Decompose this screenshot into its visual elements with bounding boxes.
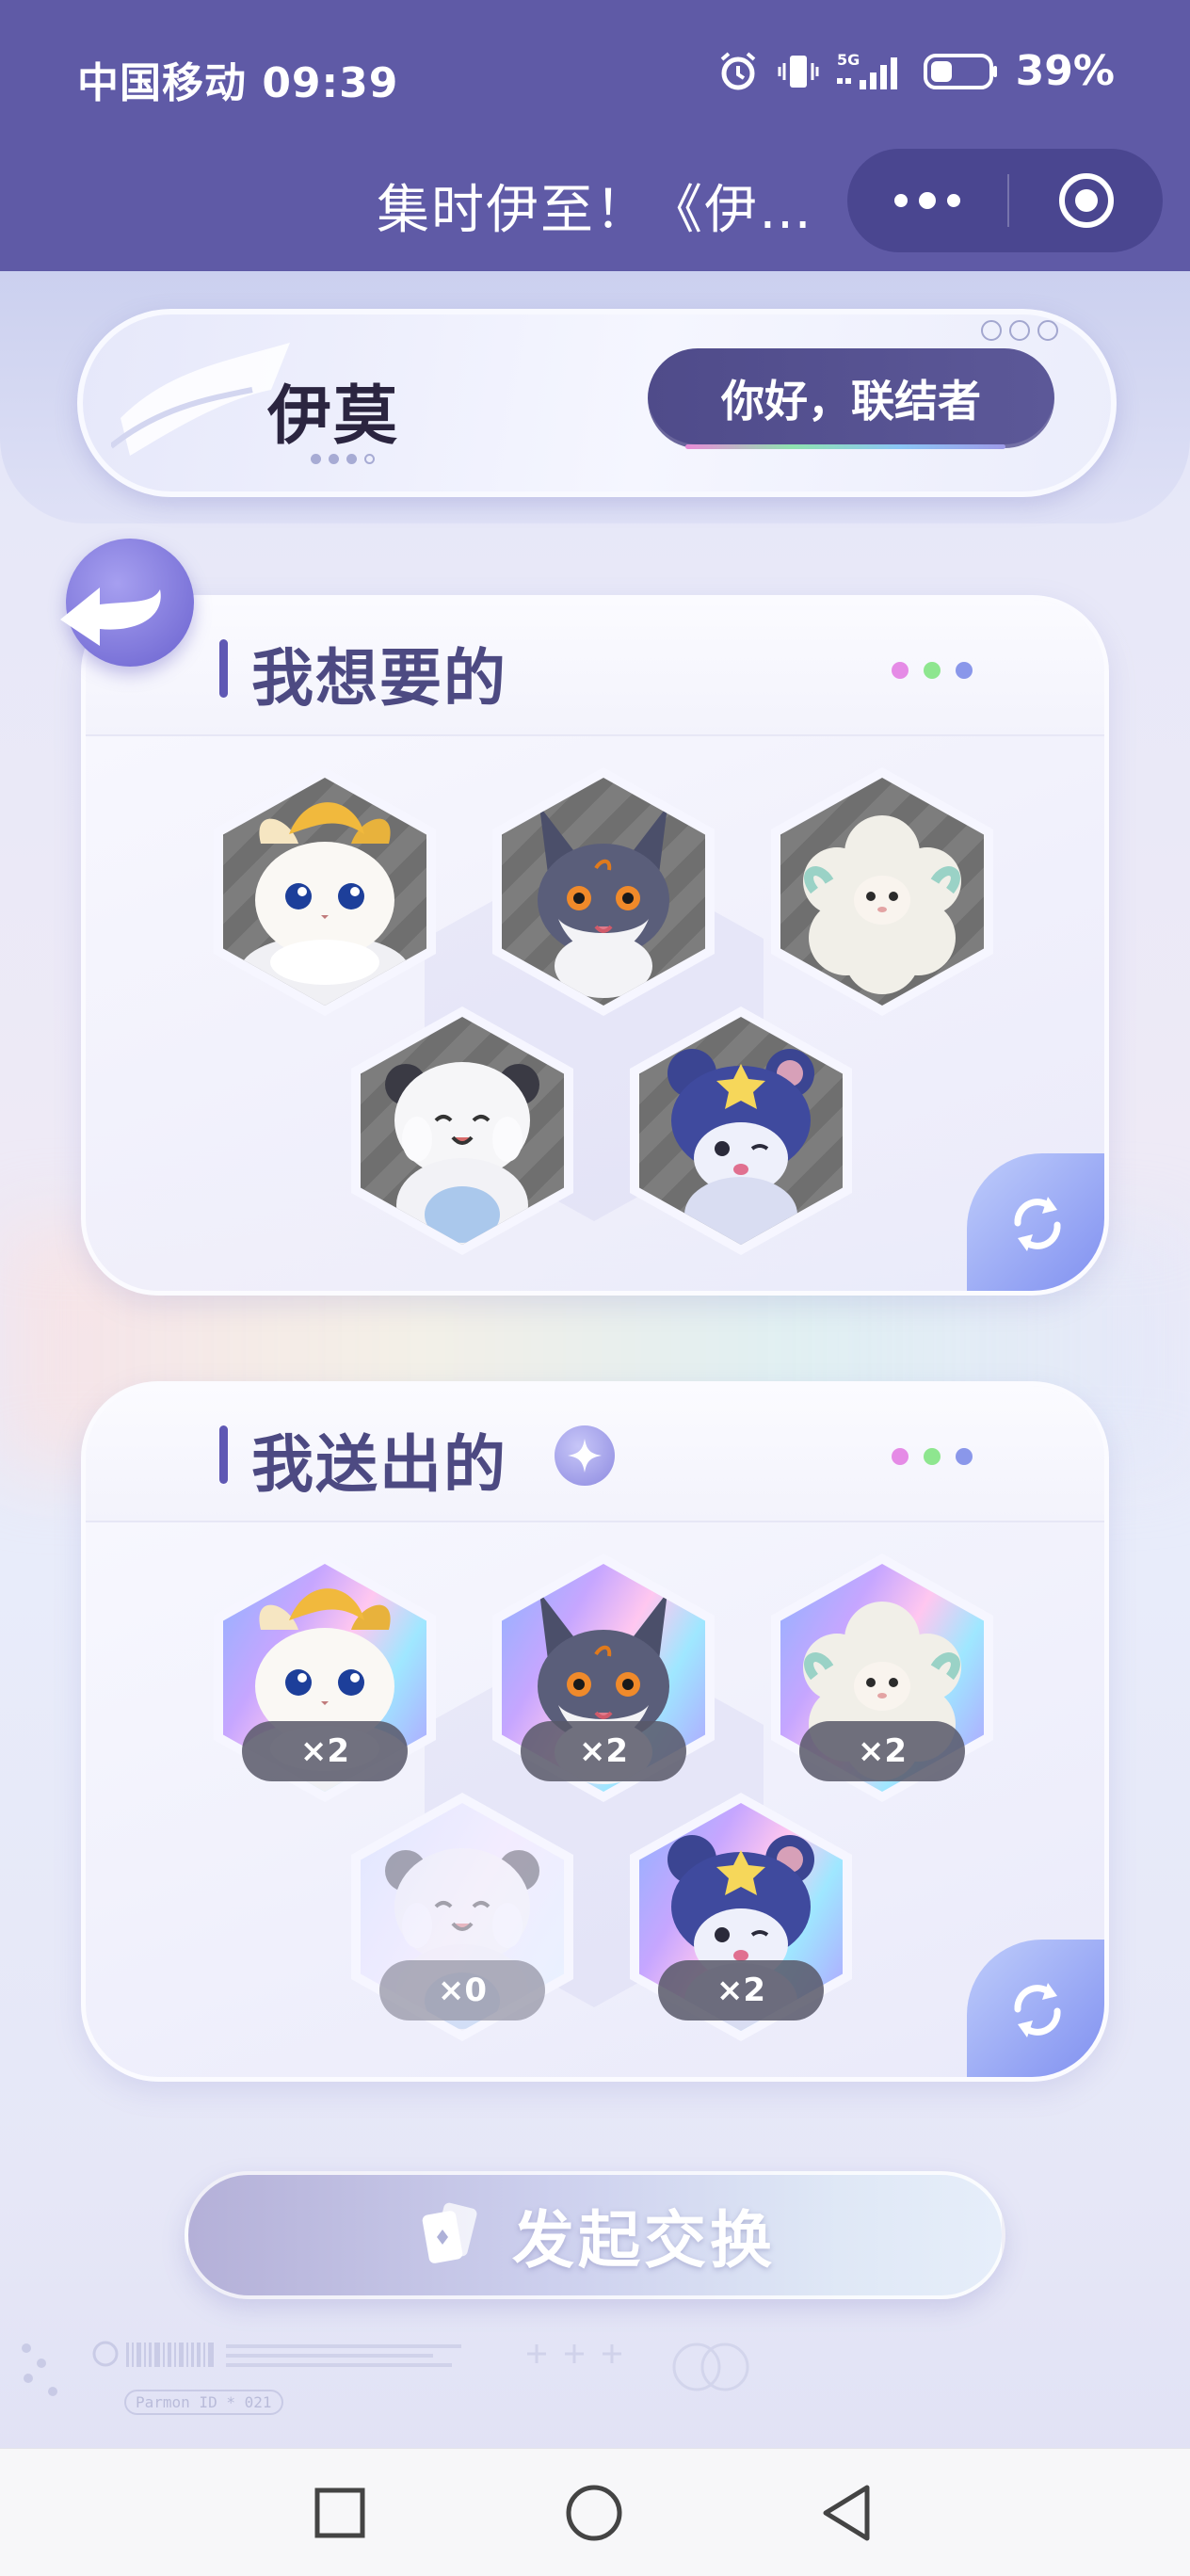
back-nav-button[interactable] bbox=[812, 2477, 883, 2549]
wanted-card: 我想要的 bbox=[81, 595, 1109, 1296]
greeting-button[interactable]: 你好，联结者 bbox=[648, 348, 1054, 448]
vibrate-icon bbox=[777, 50, 820, 93]
page-title: 集时伊至！《伊… bbox=[377, 180, 813, 241]
title-accent-bar bbox=[219, 1425, 228, 1484]
battery-icon bbox=[923, 50, 999, 93]
target-close-icon[interactable] bbox=[1009, 149, 1163, 252]
square-icon bbox=[314, 2487, 365, 2538]
given-card: 我送出的 ×2 ×2 ×2 ×0 ×2 bbox=[81, 1381, 1109, 2082]
header-section: 伊莫 你好，联结者 bbox=[0, 271, 1190, 523]
star-squirrel-creature-tile[interactable] bbox=[630, 1006, 852, 1255]
count-badge: ×2 bbox=[242, 1721, 408, 1781]
status-carrier-time: 中国移动 09:39 bbox=[77, 59, 399, 107]
parmon-id-label: Parmon ID * 021 bbox=[124, 2390, 283, 2415]
refresh-button[interactable] bbox=[967, 1940, 1104, 2077]
mini-badge-icons bbox=[981, 320, 1058, 341]
footer-decoration: Parmon ID * 021 bbox=[0, 2326, 1190, 2429]
dark-fox-creature-tile[interactable] bbox=[492, 767, 715, 1016]
start-exchange-label: 发起交换 bbox=[512, 2204, 776, 2277]
app-logo: 伊莫 bbox=[267, 379, 400, 454]
white-bear-creature-tile[interactable]: ×0 bbox=[351, 1793, 573, 2041]
sparkle-icon bbox=[555, 1425, 615, 1486]
count-badge: ×2 bbox=[799, 1721, 965, 1781]
back-arrow-icon bbox=[60, 588, 161, 646]
alarm-icon bbox=[716, 50, 760, 93]
home-button[interactable] bbox=[558, 2477, 630, 2549]
top-bar: 中国移动 09:39 5G 39% 集时伊至！《伊… bbox=[0, 0, 1190, 271]
refresh-icon bbox=[1014, 1197, 1061, 1251]
header-card: 伊莫 你好，联结者 bbox=[77, 309, 1117, 497]
back-button[interactable] bbox=[60, 539, 194, 667]
count-badge: ×2 bbox=[521, 1721, 686, 1781]
logo-dots bbox=[311, 454, 375, 464]
refresh-icon bbox=[1014, 1983, 1061, 2037]
fluffy-sheep-creature-tile[interactable] bbox=[771, 767, 993, 1016]
header-dots bbox=[892, 662, 973, 679]
refresh-button[interactable] bbox=[967, 1153, 1104, 1291]
svg-text:5G: 5G bbox=[837, 51, 860, 69]
fluffy-sheep-creature-tile[interactable]: ×2 bbox=[771, 1554, 993, 1802]
recent-apps-button[interactable] bbox=[304, 2477, 376, 2549]
count-badge: ×2 bbox=[658, 1960, 824, 2021]
title-accent-bar bbox=[219, 639, 228, 698]
triangle-back-icon bbox=[823, 2485, 870, 2541]
golden-fox-creature-tile[interactable] bbox=[214, 767, 436, 1016]
count-badge: ×0 bbox=[379, 1960, 545, 2021]
battery-percent: 39% bbox=[1015, 47, 1115, 95]
header-dots bbox=[892, 1448, 973, 1465]
cards-icon bbox=[422, 2202, 477, 2263]
signal-icon: 5G bbox=[836, 50, 907, 93]
more-dots-icon[interactable] bbox=[847, 149, 1007, 252]
circle-icon bbox=[566, 2485, 622, 2541]
given-title: 我送出的 bbox=[251, 1428, 507, 1501]
golden-fox-creature-tile[interactable]: ×2 bbox=[214, 1554, 436, 1802]
greeting-rainbow-line bbox=[685, 444, 1005, 449]
star-squirrel-creature-tile[interactable]: ×2 bbox=[630, 1793, 852, 2041]
dark-fox-creature-tile[interactable]: ×2 bbox=[492, 1554, 715, 1802]
system-nav-bar bbox=[0, 2448, 1190, 2576]
status-icons: 5G 39% bbox=[716, 47, 1115, 95]
wanted-title: 我想要的 bbox=[251, 642, 507, 715]
white-bear-creature-tile[interactable] bbox=[351, 1006, 573, 1255]
mini-program-capsule bbox=[847, 149, 1163, 252]
start-exchange-button[interactable]: 发起交换 bbox=[185, 2171, 1005, 2299]
